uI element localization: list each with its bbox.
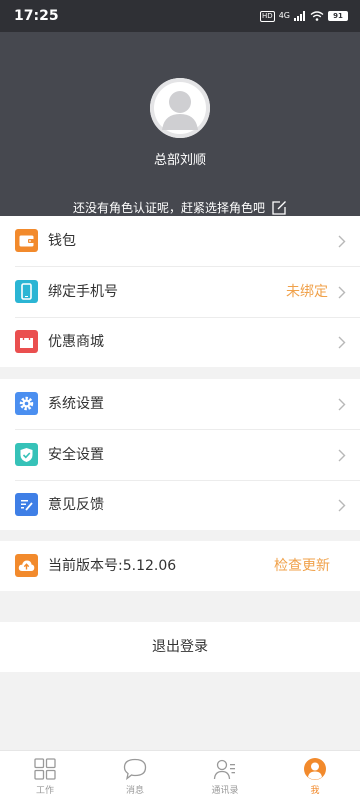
grid-icon [34,758,56,780]
profile-header: 总部刘顺 还没有角色认证呢，赶紧选择角色吧 [0,32,360,216]
tab-label: 通讯录 [211,786,239,796]
gear-icon [15,392,38,415]
wallet-icon [15,229,38,252]
chevron-right-icon [338,286,346,299]
feedback-edit-icon [15,493,38,516]
chevron-right-icon [338,398,346,411]
tab-label: 工作 [35,786,54,796]
hd-icon: HD [260,10,275,22]
version-row[interactable]: 当前版本号:5.12.06 检查更新 [0,541,360,591]
shopping-bag-icon [15,330,38,353]
security-settings-label: 安全设置 [48,447,104,463]
tab-contacts[interactable]: 通讯录 [180,751,270,800]
wallet-row[interactable]: 钱包 [0,216,360,266]
bind-phone-label: 绑定手机号 [48,284,118,300]
feedback-row[interactable]: 意见反馈 [0,480,360,530]
settings-card: 系统设置 安全设置 意见反馈 [0,379,360,530]
default-avatar-icon [150,78,210,138]
wallet-label: 钱包 [48,233,76,249]
phone-icon [15,280,38,303]
role-tip-text: 还没有角色认证呢，赶紧选择角色吧 [72,201,265,215]
account-card: 钱包 绑定手机号 未绑定 优惠商城 [0,216,360,367]
avatar[interactable] [150,78,210,138]
shield-check-icon [15,443,38,466]
tab-label: 我 [310,786,320,796]
tab-work[interactable]: 工作 [0,751,90,800]
bind-phone-row[interactable]: 绑定手机号 未绑定 [0,267,360,317]
bottom-tab-bar: 工作 消息 通讯录 我 [0,750,360,800]
edit-icon [271,200,287,216]
tab-messages[interactable]: 消息 [90,751,180,800]
chat-bubble-icon [123,758,147,781]
signal-icon [294,11,305,21]
version-card: 当前版本号:5.12.06 检查更新 [0,541,360,591]
chevron-right-icon [338,336,346,349]
version-label: 当前版本号:5.12.06 [48,558,177,574]
wifi-icon [310,11,324,21]
network-type: 4G [278,11,290,20]
contacts-icon [213,759,235,780]
cloud-upload-icon [15,554,38,577]
security-settings-row[interactable]: 安全设置 [0,430,360,480]
chevron-right-icon [338,235,346,248]
check-update-link[interactable]: 检查更新 [274,541,330,591]
status-bar: 17:25 HD 4G 91 [0,0,360,32]
chevron-right-icon [338,449,346,462]
user-name: 总部刘顺 [153,153,206,168]
bind-phone-status: 未绑定 [286,284,328,300]
battery-icon: 91 [328,11,348,21]
status-time: 17:25 [14,8,59,24]
status-icons: HD 4G 91 [260,10,348,22]
role-selection-link[interactable]: 还没有角色认证呢，赶紧选择角色吧 [0,199,360,216]
person-icon [304,758,326,780]
system-settings-label: 系统设置 [48,396,104,412]
feedback-label: 意见反馈 [48,497,104,513]
system-settings-row[interactable]: 系统设置 [0,379,360,429]
tab-me[interactable]: 我 [270,751,360,800]
tab-label: 消息 [125,786,144,796]
mall-row[interactable]: 优惠商城 [0,317,360,367]
chevron-right-icon [338,499,346,512]
mall-label: 优惠商城 [48,334,104,350]
logout-button[interactable]: 退出登录 [0,622,360,672]
